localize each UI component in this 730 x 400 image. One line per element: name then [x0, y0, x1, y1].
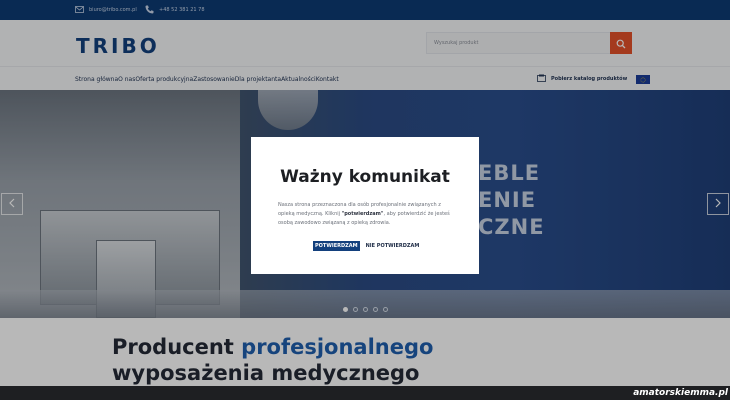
modal-body-highlight: "potwierdzam" [341, 211, 384, 217]
deny-button[interactable]: NIE POTWIERDZAM [366, 243, 420, 249]
confirm-button[interactable]: POTWIERDZAM [313, 241, 360, 251]
modal-actions: POTWIERDZAM NIE POTWIERDZAM [313, 241, 419, 251]
watermark-text: amatorskiemma.pl [633, 388, 728, 398]
important-notice-modal: Ważny komunikat Nasza strona przeznaczon… [251, 137, 479, 274]
modal-title: Ważny komunikat [280, 167, 450, 187]
modal-body: Nasza strona przeznaczona dla osób profe… [278, 201, 458, 228]
